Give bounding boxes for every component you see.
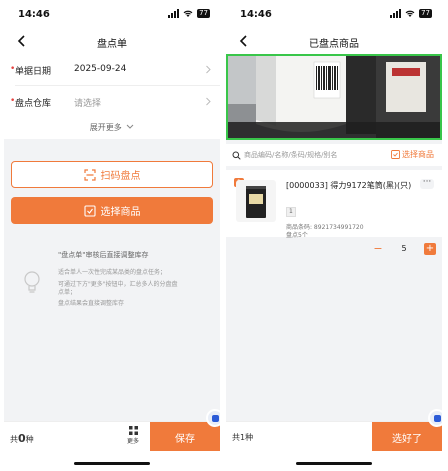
scan-icon (83, 168, 96, 181)
count-prefix: 共 (10, 435, 18, 444)
unit-tag: 1 (286, 207, 296, 217)
status-icons: 77 (390, 9, 432, 18)
status-bar: 14:46 77 (4, 0, 220, 30)
battery-icon: 77 (419, 9, 432, 18)
scan-count-label: 扫码盘点 (100, 171, 141, 182)
page-title: 已盘点商品 (309, 39, 359, 50)
expand-more-button[interactable]: 展开更多 (4, 117, 220, 139)
select-products-button[interactable]: 选择商品 (11, 197, 213, 224)
wifi-icon (183, 10, 193, 17)
increment-button[interactable]: + (424, 242, 436, 255)
home-indicator (74, 462, 150, 465)
scan-frame (226, 54, 442, 140)
count-status: 盘点5个 (286, 232, 308, 239)
quantity-input[interactable]: 5 (384, 244, 424, 253)
scan-count-button[interactable]: 扫码盘点 (11, 161, 213, 188)
chevron-right-icon (206, 97, 211, 106)
home-indicator-area (4, 451, 220, 471)
warehouse-label: 盘点仓库 (15, 99, 52, 109)
pen-holder-image (246, 186, 266, 218)
tip-line: 适合单人一次性完成某品类的盘点任务； (58, 269, 167, 276)
wifi-icon (405, 10, 415, 17)
home-indicator (296, 462, 372, 465)
expand-more-label: 展开更多 (89, 123, 122, 132)
count-value: 0 (18, 432, 26, 445)
chevron-down-icon (126, 124, 134, 129)
product-thumbnail (236, 180, 276, 222)
counted-products-screen: 14:46 77 已盘点商品 商品编码/名称/条码/规格/别名 选择商品 [00… (226, 0, 442, 471)
quantity-stepper: − 5 + (372, 242, 436, 255)
select-products-link[interactable]: 选择商品 (391, 149, 434, 160)
decrement-button[interactable]: − (372, 243, 384, 255)
tip-line: 盘点结果会直接调整库存 (58, 300, 125, 307)
warehouse-row[interactable]: • 盘点仓库 请选择 (4, 86, 220, 118)
status-time: 14:46 (240, 9, 272, 20)
more-button[interactable]: 更多 (122, 425, 144, 449)
tips-title: "盘点单"审核后直接调整库存 (58, 251, 149, 259)
bottom-bar: 共1种 选好了 (226, 409, 442, 452)
signal-icon (390, 9, 402, 18)
page-title: 盘点单 (97, 39, 127, 50)
warehouse-select[interactable]: 请选择 (74, 96, 101, 109)
status-time: 14:46 (18, 9, 50, 20)
battery-icon: 77 (197, 9, 210, 18)
select-products-label: 选择商品 (402, 150, 434, 159)
chevron-right-icon (206, 65, 211, 74)
count-sheet-screen: 14:46 77 盘点单 • 单据日期 2025-09-24 • 盘点仓库 请选… (4, 0, 220, 471)
grid-icon (128, 426, 138, 435)
product-name: [0000033] 得力9172笔筒(黑)(只) (286, 181, 412, 190)
bottom-bar: 共0种 更多 保存 (4, 409, 220, 452)
status-bar: 14:46 77 (226, 0, 442, 30)
nav-bar: 盘点单 (4, 30, 220, 54)
item-count: 共1种 (232, 433, 254, 442)
select-products-label: 选择商品 (100, 207, 141, 218)
status-icons: 77 (168, 9, 210, 18)
home-indicator-area (226, 451, 442, 471)
more-label: 更多 (126, 438, 139, 445)
date-row[interactable]: • 单据日期 2025-09-24 (4, 54, 220, 86)
nav-bar: 已盘点商品 (226, 30, 442, 54)
search-icon (232, 151, 241, 160)
lightbulb-icon (24, 271, 40, 293)
done-button[interactable]: 选好了 (372, 422, 442, 452)
date-value[interactable]: 2025-09-24 (74, 64, 126, 74)
product-card[interactable]: 1 [0000033] 得力9172笔筒(黑)(只) ··· 1 商品条码: 8… (226, 170, 442, 255)
select-list-icon (391, 150, 400, 159)
more-options-icon[interactable]: ··· (420, 178, 434, 189)
item-count: 共0种 (10, 432, 34, 445)
signal-icon (168, 9, 180, 18)
search-input[interactable]: 商品编码/名称/条码/规格/别名 (232, 146, 374, 164)
select-list-icon (83, 204, 96, 217)
search-bar: 商品编码/名称/条码/规格/别名 选择商品 (226, 144, 442, 166)
date-label: 单据日期 (15, 67, 52, 77)
save-button[interactable]: 保存 (150, 422, 220, 452)
floating-assistant-icon[interactable] (206, 409, 220, 427)
floating-assistant-icon[interactable] (428, 409, 442, 427)
search-placeholder: 商品编码/名称/条码/规格/别名 (244, 151, 338, 159)
count-suffix: 种 (25, 435, 34, 444)
tip-line: 点单； (58, 289, 77, 296)
